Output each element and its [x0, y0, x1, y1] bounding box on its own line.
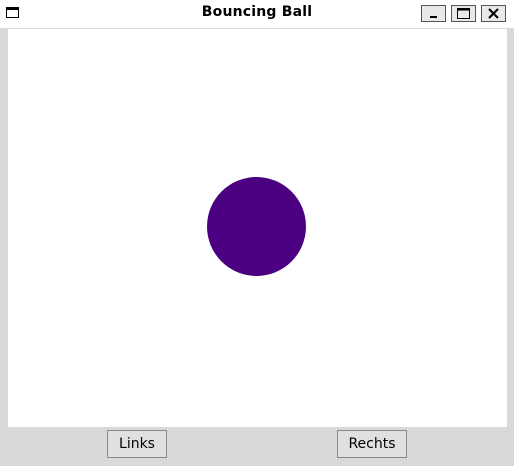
- title-bar[interactable]: Bouncing Ball: [0, 0, 514, 28]
- minimize-icon: [430, 16, 437, 18]
- close-icon: [488, 8, 499, 19]
- drawing-canvas: [8, 29, 507, 427]
- rechts-button[interactable]: Rechts: [337, 430, 407, 458]
- links-button[interactable]: Links: [107, 430, 167, 458]
- close-button[interactable]: [481, 5, 506, 22]
- maximize-button[interactable]: [451, 5, 476, 22]
- maximize-icon: [457, 8, 470, 19]
- minimize-button[interactable]: [421, 5, 446, 22]
- ball: [207, 177, 306, 276]
- button-bar: Links Rechts: [8, 427, 507, 461]
- app-window: Bouncing Ball Links Rechts: [0, 0, 514, 466]
